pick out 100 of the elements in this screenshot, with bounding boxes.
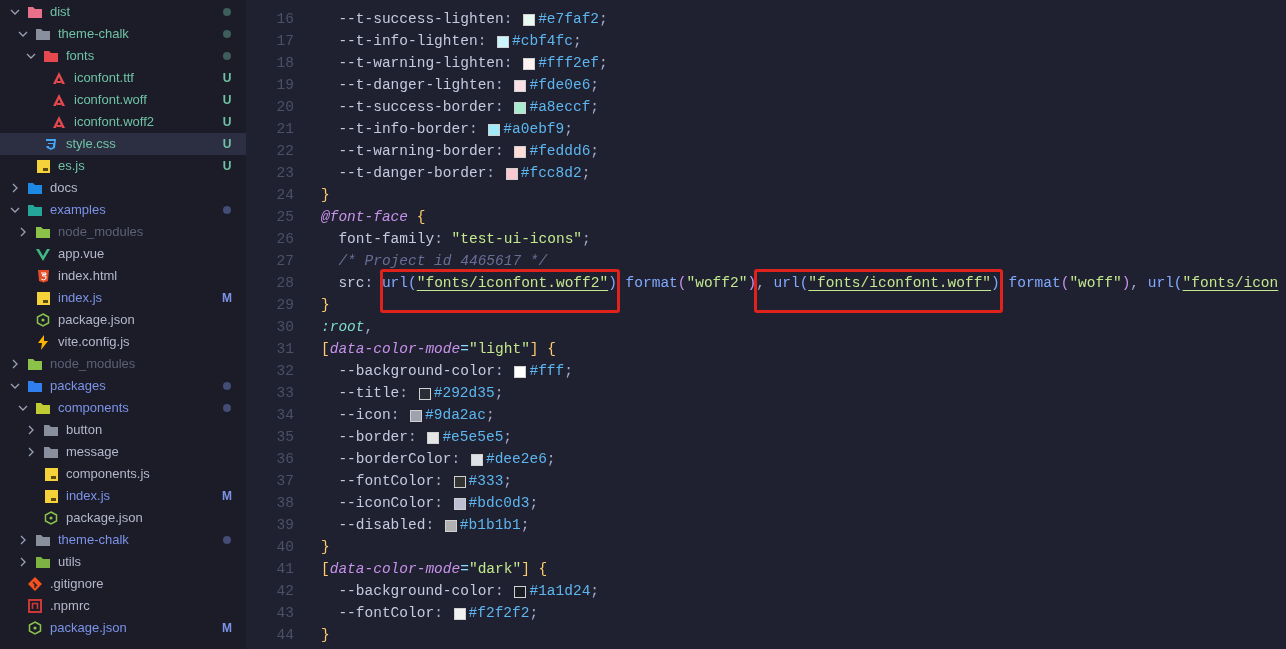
folder-tree-item[interactable]: theme-chalk [0,23,246,45]
folder-tree-item[interactable]: dist [0,1,246,23]
code-token: "fonts/iconfont.woff" [808,274,992,294]
color-swatch[interactable] [514,146,527,158]
code-token: #b1b1b1 [459,516,521,536]
code-token: #feddd6 [529,142,591,162]
color-swatch[interactable] [410,410,423,422]
color-swatch[interactable] [523,58,536,70]
file-tree-item[interactable]: index.html [0,265,246,287]
color-swatch[interactable] [514,366,527,378]
file-tree-item[interactable]: components.js [0,463,246,485]
code-token: #bdc0d3 [468,494,530,514]
folder-tree-item[interactable]: packages [0,375,246,397]
file-name: fonts [66,47,96,66]
code-token: ; [599,54,608,74]
hexagon-icon [28,621,42,635]
code-token: #9da2ac [425,406,486,426]
file-name: .gitignore [50,575,105,594]
file-tree-item[interactable]: vite.config.js [0,331,246,353]
color-swatch[interactable] [444,520,457,532]
code-token: : [468,120,479,140]
line-number: 28 [275,274,294,294]
color-swatch[interactable] [514,80,527,92]
color-swatch[interactable] [427,432,440,444]
file-tree-item[interactable]: style.css U [0,133,246,155]
line-number: 33 [275,384,294,404]
file-tree-item[interactable]: iconfont.woff U [0,89,246,111]
code-token: --t-warning-border [337,142,496,162]
line-number: 35 [275,428,294,448]
line-number: 20 [275,98,294,118]
line-number: 32 [275,362,294,382]
font-file-icon [52,71,66,85]
line-number: 40 [275,538,294,558]
code-token: : [495,98,505,118]
folder-tree-item[interactable]: utils [0,551,246,573]
file-name: theme-chalk [58,25,130,44]
code-token: : [495,76,505,96]
chevron-down-icon [10,205,20,215]
color-swatch[interactable] [453,498,466,510]
folder-tree-item[interactable]: message [0,441,246,463]
color-swatch[interactable] [470,454,483,466]
file-tree-item[interactable]: app.vue [0,243,246,265]
file-tree-item[interactable]: .npmrc [0,595,246,617]
color-swatch[interactable] [497,36,510,48]
file-tree-item[interactable]: iconfont.ttf U [0,67,246,89]
code-token: ; [546,450,556,470]
code-token: : [434,494,444,514]
code-token: #f2f2f2 [468,604,530,624]
color-swatch[interactable] [453,476,466,488]
code-token: --fontColor [337,604,435,624]
folder-tree-item[interactable]: button [0,419,246,441]
code-token: ; [503,472,513,492]
color-swatch[interactable] [488,124,501,136]
chevron-down-icon [18,403,28,413]
file-tree-item[interactable]: index.js M [0,287,246,309]
git-status-letter: M [222,290,232,307]
file-name: message [66,443,120,462]
color-swatch[interactable] [418,388,431,400]
file-tree-item[interactable]: iconfont.woff2 U [0,111,246,133]
color-swatch[interactable] [514,586,527,598]
folder-tree-item[interactable]: examples [0,199,246,221]
folder-tree-item[interactable]: theme-chalk [0,529,246,551]
line-number: 21 [275,120,294,140]
file-name: style.css [66,135,117,154]
color-swatch[interactable] [453,608,466,620]
line-number: 23 [275,164,294,184]
code-token: ) [747,274,757,294]
file-tree-item[interactable]: index.js M [0,485,246,507]
font-file-icon [52,93,66,107]
file-name: docs [50,179,79,198]
file-tree-item[interactable]: package.json [0,507,246,529]
code-token: "fonts/icon [1182,274,1279,294]
folder-tree-item[interactable]: docs [0,177,246,199]
git-status-letter: U [222,158,232,175]
file-tree-item[interactable]: es.js U [0,155,246,177]
code-token: = [460,560,469,580]
code-token: #e5e5e5 [442,428,504,448]
code-token: url( [1147,274,1183,294]
chevron-down-icon [26,51,36,61]
file-name: app.vue [58,245,106,264]
file-name: package.json [66,509,144,528]
file-name: examples [50,201,107,220]
line-number: 22 [275,142,294,162]
code-token: : [425,516,436,536]
color-swatch[interactable] [523,14,536,26]
code-token: ; [590,142,600,162]
hexagon-icon [36,313,50,327]
file-name: dist [50,3,72,22]
file-name: index.html [58,267,119,286]
file-tree-item[interactable]: package.json M [0,617,246,639]
code-token: --t-info-lighten [337,32,478,52]
code-token: @font-face [321,208,408,228]
folder-tree-item[interactable]: fonts [0,45,246,67]
file-tree-item[interactable]: package.json [0,309,246,331]
color-swatch[interactable] [514,102,527,114]
color-swatch[interactable] [505,168,518,180]
file-tree-item[interactable]: .gitignore [0,573,246,595]
folder-tree-item[interactable]: components [0,397,246,419]
lightning-icon [37,334,49,350]
code-token: : [503,54,514,74]
